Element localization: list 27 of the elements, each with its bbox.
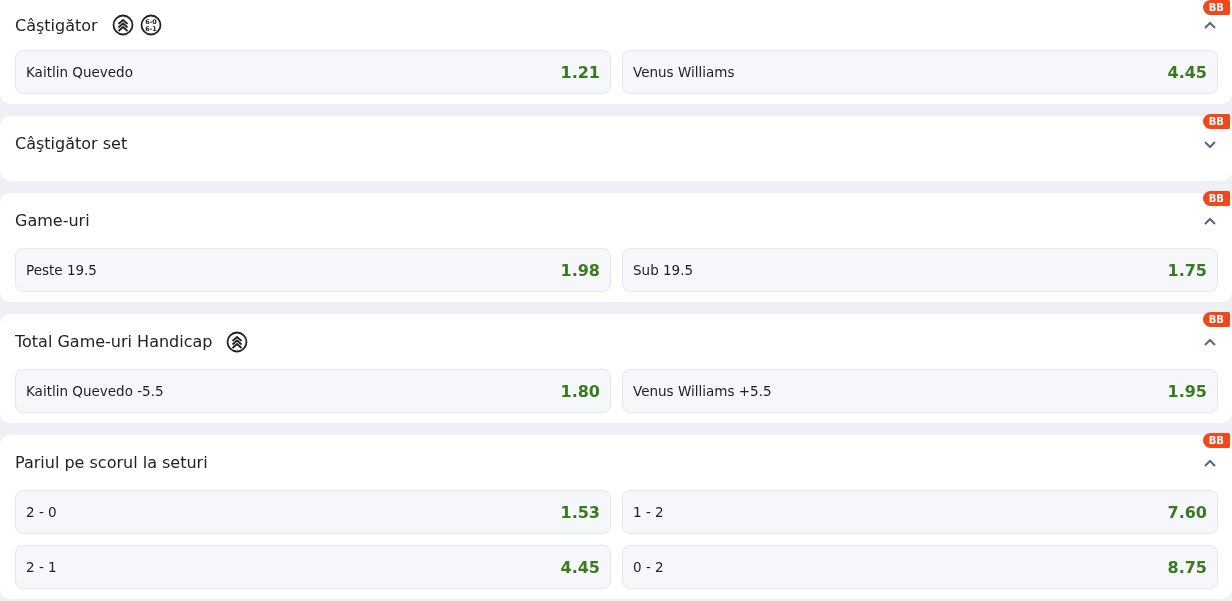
collapse-chevron-icon[interactable] xyxy=(1203,215,1217,226)
market-title: Câştigător set xyxy=(15,134,128,153)
market-title: Pariul pe scorul la seturi xyxy=(15,453,208,472)
odds-button[interactable]: 2 - 0 1.53 xyxy=(15,490,611,534)
bet-builder-badge: BB xyxy=(1202,191,1230,206)
odds-button[interactable]: Venus Williams 4.45 xyxy=(622,50,1218,94)
odds-button[interactable]: 1 - 2 7.60 xyxy=(622,490,1218,534)
expand-chevron-icon[interactable] xyxy=(1203,138,1217,149)
market-title: Total Game-uri Handicap xyxy=(15,332,213,351)
bet-builder-badge: BB xyxy=(1202,433,1230,448)
bet-builder-badge: BB xyxy=(1202,0,1230,15)
odds-button[interactable]: Sub 19.5 1.75 xyxy=(622,248,1218,292)
bet-builder-badge: BB xyxy=(1202,114,1230,129)
bet-builder-badge: BB xyxy=(1202,312,1230,327)
chevrons-circle-icon xyxy=(226,330,249,353)
collapse-chevron-icon[interactable] xyxy=(1203,336,1217,347)
odds-button[interactable]: 0 - 2 8.75 xyxy=(622,545,1218,589)
market-title: Game-uri xyxy=(15,211,90,230)
odds-button[interactable]: Peste 19.5 1.98 xyxy=(15,248,611,292)
odds-button[interactable]: Kaitlin Quevedo -5.5 1.80 xyxy=(15,369,611,413)
collapse-chevron-icon[interactable] xyxy=(1203,457,1217,468)
odds-button[interactable]: Venus Williams +5.5 1.95 xyxy=(622,369,1218,413)
market-title: Câştigător xyxy=(15,15,98,35)
chevrons-circle-icon xyxy=(111,14,134,36)
odds-button[interactable]: 2 - 1 4.45 xyxy=(15,545,611,589)
collapse-chevron-icon[interactable] xyxy=(1203,20,1217,30)
odds-button[interactable]: Kaitlin Quevedo 1.21 xyxy=(15,50,611,94)
